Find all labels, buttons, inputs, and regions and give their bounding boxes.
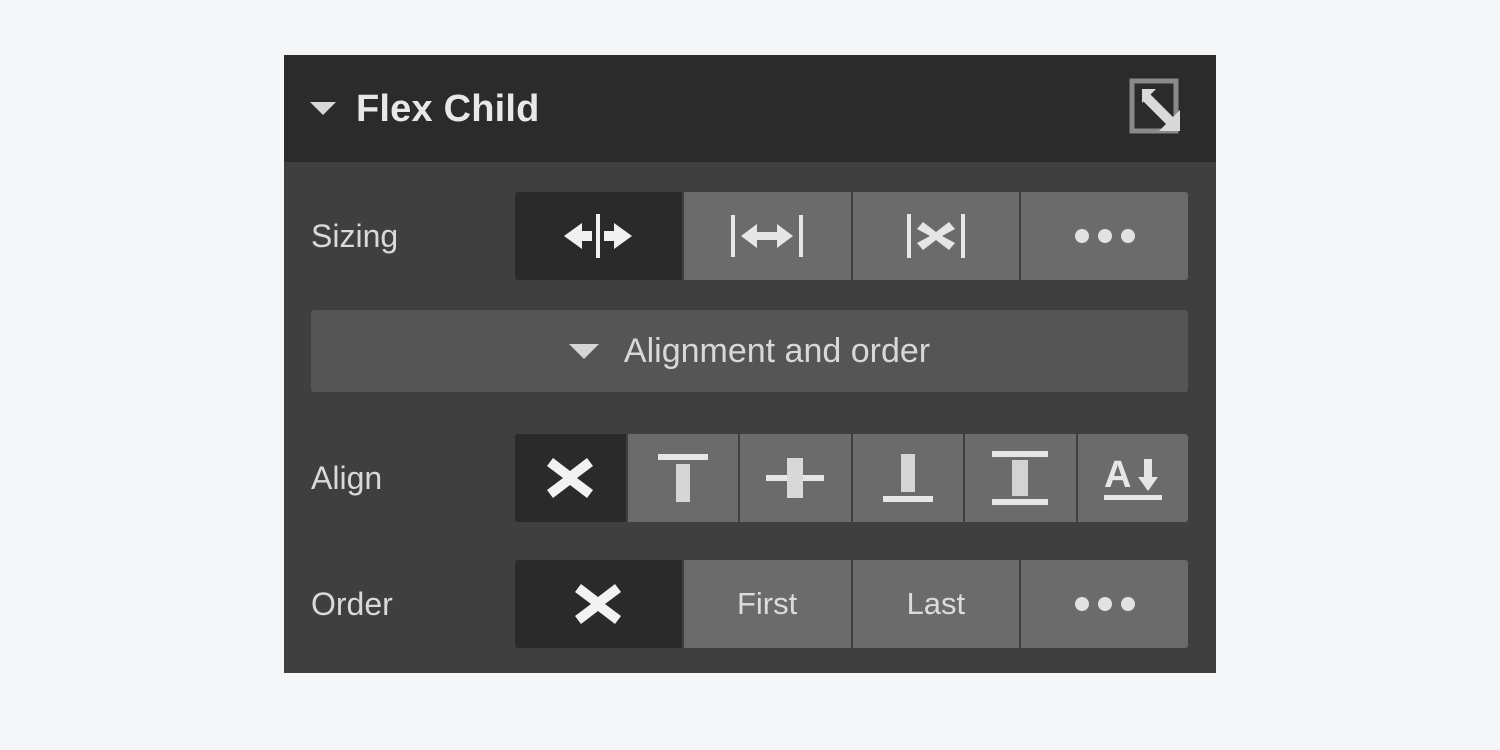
- flex-child-panel: Flex Child Sizing Alignment and order Al…: [284, 55, 1216, 673]
- align-option-start[interactable]: [625, 434, 738, 522]
- order-row: Order First Last: [311, 560, 1188, 648]
- sizing-label: Sizing: [311, 218, 399, 254]
- align-baseline-icon: A: [1102, 451, 1164, 505]
- sizing-option-dont-shrink-or-grow[interactable]: [850, 192, 1020, 280]
- page-title: Flex Child: [356, 87, 540, 130]
- caret-down-icon: [568, 343, 599, 359]
- open-in-new-icon[interactable]: [1128, 77, 1188, 141]
- align-end-icon: [880, 451, 936, 505]
- alignment-and-order-accordion[interactable]: Alignment and order: [311, 310, 1188, 392]
- caret-down-icon[interactable]: [310, 102, 336, 115]
- order-option-label: Last: [906, 586, 966, 621]
- order-option-last[interactable]: Last: [850, 560, 1020, 648]
- align-option-end[interactable]: [850, 434, 963, 522]
- grow-horizontal-icon: [729, 213, 805, 259]
- order-option-first[interactable]: First: [681, 560, 851, 648]
- shrink-horizontal-icon: [562, 214, 634, 258]
- align-option-baseline[interactable]: A: [1075, 434, 1188, 522]
- order-segmented-control: First Last: [515, 560, 1188, 648]
- alignment-and-order-label: Alignment and order: [623, 332, 931, 370]
- ellipsis-icon: [1074, 597, 1135, 611]
- align-center-icon: [764, 451, 826, 505]
- ellipsis-icon: [1074, 229, 1135, 243]
- sizing-option-more[interactable]: [1019, 192, 1188, 280]
- order-option-more[interactable]: [1019, 560, 1188, 648]
- cross-icon: [573, 580, 623, 628]
- panel-body: Sizing Alignment and order Align A Order…: [284, 162, 1216, 678]
- align-stretch-icon: [990, 449, 1050, 507]
- align-label: Align: [311, 460, 383, 496]
- order-option-label: First: [736, 586, 798, 621]
- order-label: Order: [311, 586, 393, 622]
- svg-text:A: A: [1104, 454, 1131, 496]
- sizing-row: Sizing: [311, 192, 1188, 280]
- cross-icon: [545, 454, 595, 502]
- panel-header: Flex Child: [284, 55, 1216, 162]
- align-option-center[interactable]: [738, 434, 851, 522]
- align-option-stretch[interactable]: [963, 434, 1076, 522]
- align-start-icon: [655, 451, 711, 505]
- no-shrink-grow-icon: [905, 212, 967, 260]
- sizing-segmented-control: [515, 192, 1188, 280]
- sizing-option-grow-if-possible[interactable]: [681, 192, 851, 280]
- align-segmented-control: A: [515, 434, 1188, 522]
- align-row: Align A: [311, 434, 1188, 522]
- order-option-auto[interactable]: [515, 560, 682, 648]
- sizing-option-shrink-if-needed[interactable]: [515, 192, 682, 280]
- align-option-auto[interactable]: [515, 434, 626, 522]
